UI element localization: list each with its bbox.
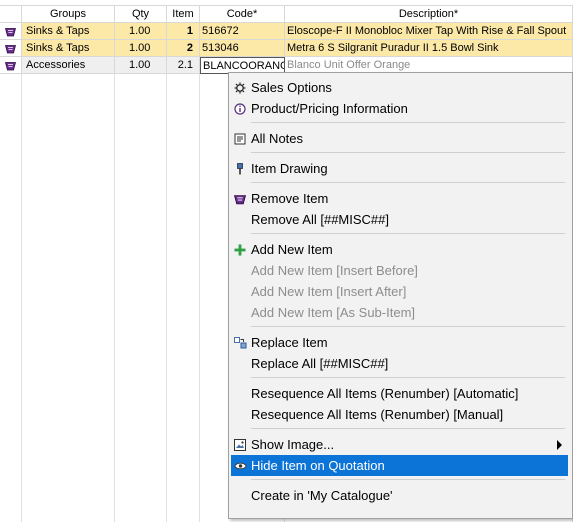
menu-item-add-before[interactable]: Add New Item [Insert Before]	[231, 260, 568, 281]
header-description[interactable]: Description*	[285, 6, 573, 23]
image-icon	[233, 438, 247, 452]
basket-icon	[5, 61, 16, 70]
menu-item-show-image[interactable]: Show Image...	[231, 434, 568, 455]
cell-item[interactable]: 2	[167, 40, 200, 57]
menu-item-add-after[interactable]: Add New Item [Insert After]	[231, 281, 568, 302]
plus-icon	[233, 243, 247, 257]
menu-separator	[251, 182, 565, 183]
gear-icon	[233, 81, 247, 95]
basket-icon	[5, 27, 16, 36]
menu-item-product-info[interactable]: Product/Pricing Information	[231, 98, 568, 119]
menu-item-resequence-manual[interactable]: Resequence All Items (Renumber) [Manual]	[231, 404, 568, 425]
cell-description[interactable]: Metra 6 S Silgranit Puradur II 1.5 Bowl …	[285, 40, 573, 57]
cell-description[interactable]: Eloscope-F II Monobloc Mixer Tap With Ri…	[285, 23, 573, 40]
menu-item-add-sub-item[interactable]: Add New Item [As Sub-Item]	[231, 302, 568, 323]
menu-item-label: Hide Item on Quotation	[251, 458, 385, 473]
menu-item-label: Item Drawing	[251, 161, 328, 176]
menu-item-label: Add New Item [Insert After]	[251, 284, 407, 299]
brush-icon	[233, 162, 247, 176]
menu-item-all-notes[interactable]: All Notes	[231, 128, 568, 149]
menu-item-label: Show Image...	[251, 437, 335, 452]
row-icon-cell	[0, 57, 22, 74]
notes-icon	[233, 132, 247, 146]
menu-item-label: Resequence All Items (Renumber) [Manual]	[251, 407, 504, 422]
cell-group[interactable]: Accessories	[22, 57, 115, 74]
menu-item-label: Replace All [##MISC##]	[251, 356, 389, 371]
menu-item-label: Sales Options	[251, 80, 332, 95]
cell-qty[interactable]: 1.00	[115, 40, 167, 57]
menu-item-label: Resequence All Items (Renumber) [Automat…	[251, 386, 519, 401]
menu-item-remove-all[interactable]: Remove All [##MISC##]	[231, 209, 568, 230]
menu-separator	[251, 152, 565, 153]
menu-separator	[251, 122, 565, 123]
basket-icon	[233, 192, 247, 206]
cell-qty[interactable]: 1.00	[115, 23, 167, 40]
header-icon-column	[0, 6, 22, 23]
context-menu: Sales Options Product/Pricing Informatio…	[228, 72, 573, 519]
menu-separator	[251, 479, 565, 480]
info-icon	[233, 102, 247, 116]
header-groups[interactable]: Groups	[22, 6, 115, 23]
table-row[interactable]: Sinks & Taps 1.00 1 516672 Eloscope-F II…	[0, 23, 573, 40]
basket-icon	[5, 44, 16, 53]
grid-line	[199, 23, 200, 522]
menu-item-label: All Notes	[251, 131, 304, 146]
menu-item-item-drawing[interactable]: Item Drawing	[231, 158, 568, 179]
header-qty[interactable]: Qty	[115, 6, 167, 23]
menu-item-replace-item[interactable]: Replace Item	[231, 332, 568, 353]
grid-header: Groups Qty Item Code* Description*	[0, 6, 573, 23]
menu-separator	[251, 428, 565, 429]
menu-separator	[251, 233, 565, 234]
cell-code[interactable]: 516672	[200, 23, 285, 40]
menu-item-add-new-item[interactable]: Add New Item	[231, 239, 568, 260]
menu-item-label: Create in 'My Catalogue'	[251, 488, 393, 503]
menu-item-hide-item[interactable]: Hide Item on Quotation	[231, 455, 568, 476]
submenu-arrow-icon	[557, 440, 562, 450]
menu-item-resequence-automatic[interactable]: Resequence All Items (Renumber) [Automat…	[231, 383, 568, 404]
cell-item[interactable]: 2.1	[167, 57, 200, 74]
menu-item-label: Product/Pricing Information	[251, 101, 408, 116]
cell-group[interactable]: Sinks & Taps	[22, 23, 115, 40]
cell-group[interactable]: Sinks & Taps	[22, 40, 115, 57]
menu-item-create-in-catalogue[interactable]: Create in 'My Catalogue'	[231, 485, 568, 506]
header-code[interactable]: Code*	[200, 6, 285, 23]
cell-qty[interactable]: 1.00	[115, 57, 167, 74]
eye-icon	[233, 459, 247, 473]
menu-separator	[251, 377, 565, 378]
grid-line	[21, 23, 22, 522]
menu-item-label: Add New Item [Insert Before]	[251, 263, 418, 278]
row-icon-cell	[0, 23, 22, 40]
menu-item-label: Add New Item [As Sub-Item]	[251, 305, 416, 320]
menu-item-label: Remove All [##MISC##]	[251, 212, 390, 227]
menu-item-sales-options[interactable]: Sales Options	[231, 77, 568, 98]
grid-line	[114, 23, 115, 522]
cell-item[interactable]: 1	[167, 23, 200, 40]
menu-item-remove-item[interactable]: Remove Item	[231, 188, 568, 209]
row-icon-cell	[0, 40, 22, 57]
cell-code[interactable]: 513046	[200, 40, 285, 57]
menu-item-label: Add New Item	[251, 242, 333, 257]
grid-line	[166, 23, 167, 522]
replace-icon	[233, 336, 247, 350]
table-row[interactable]: Sinks & Taps 1.00 2 513046 Metra 6 S Sil…	[0, 40, 573, 57]
menu-separator	[251, 326, 565, 327]
menu-item-label: Replace Item	[251, 335, 328, 350]
menu-item-replace-all[interactable]: Replace All [##MISC##]	[231, 353, 568, 374]
menu-item-label: Remove Item	[251, 191, 329, 206]
header-item[interactable]: Item	[167, 6, 200, 23]
